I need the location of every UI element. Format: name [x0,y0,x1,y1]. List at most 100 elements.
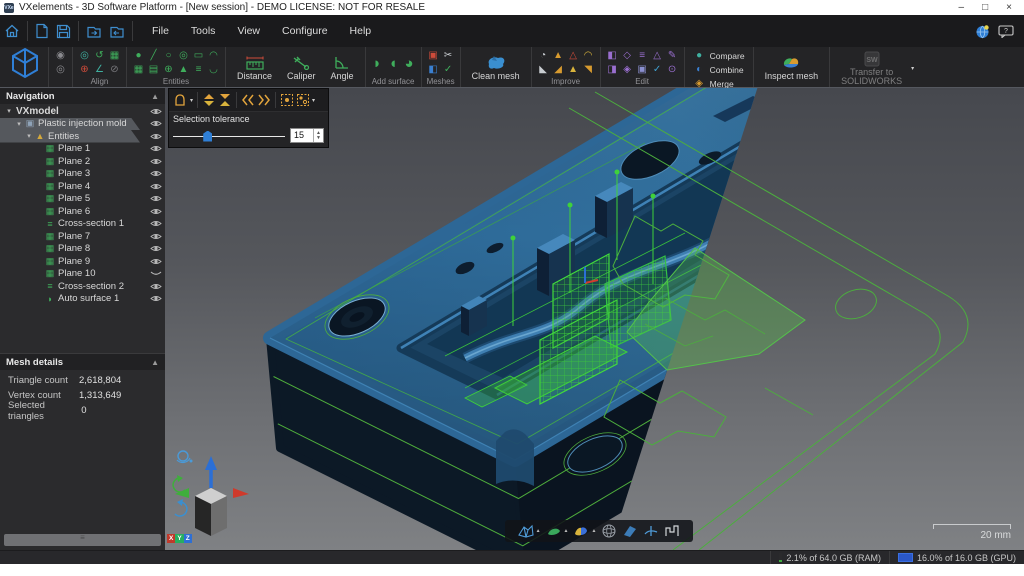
align-grid-icon[interactable]: ▦ [108,49,121,62]
grow-selection-icon[interactable] [202,93,216,107]
boundary-icon[interactable]: ◣ [537,63,550,76]
edit-tri-icon[interactable]: △ [651,49,664,62]
visibility-toggle[interactable] [147,107,165,116]
online-services-icon[interactable] [975,24,990,39]
feedback-chat-icon[interactable]: ? [998,25,1014,38]
select-through-icon[interactable] [241,93,255,107]
visibility-toggle[interactable] [147,232,165,241]
inspect-mesh-button[interactable]: Inspect mesh [759,54,825,82]
visibility-toggle[interactable] [147,144,165,153]
navigation-header[interactable]: Navigation▲ [0,88,165,104]
visibility-toggle[interactable] [147,157,165,166]
visibility-toggle[interactable] [147,257,165,266]
add-surface-fit-icon[interactable]: ◕ [403,57,416,70]
save-session-icon[interactable] [56,24,71,39]
menu-view[interactable]: View [228,22,269,40]
line-icon[interactable]: ╱ [147,49,160,62]
visibility-toggle[interactable] [147,169,165,178]
transfer-solidworks-button[interactable]: SW Transfer to SOLIDWORKS [835,50,908,87]
vxmodel-module-button[interactable] [2,47,49,87]
select-visible-icon[interactable] [257,93,271,107]
fill-holes-icon[interactable]: ◔ [537,49,550,62]
select-all-icon[interactable] [280,93,294,107]
tree-item-entities[interactable]: ▾▲Entities [0,130,165,143]
cone-icon[interactable]: ▲ [177,63,190,76]
angle-button[interactable]: Angle [325,55,360,82]
decimate-icon[interactable]: ▲ [567,63,580,76]
align-locked-icon[interactable]: ⊘ [108,63,121,76]
navigation-gizmo[interactable] [167,444,251,544]
selection-more-caret[interactable]: ▾ [312,97,315,104]
edit-halfB-icon[interactable]: ◨ [606,63,619,76]
menu-file[interactable]: File [143,22,178,40]
collapse-mesh-details-icon[interactable]: ▲ [151,358,159,367]
3d-viewport[interactable]: ▾ [165,88,1024,550]
orbit-icon[interactable] [177,451,193,463]
visibility-toggle[interactable] [147,132,165,141]
collapse-navigation-icon[interactable]: ▲ [151,92,159,101]
tree-item-auto-surface-1[interactable]: ◗Auto surface 1 [0,293,165,306]
visibility-toggle[interactable] [147,194,165,203]
minimize-button[interactable]: – [959,3,965,13]
mesh-scissors-icon[interactable]: ✂ [442,49,455,62]
mesh-check-icon[interactable]: ✓ [442,63,455,76]
surface-display-caret[interactable]: ▲ [564,528,569,534]
expander-icon[interactable]: ▾ [4,107,14,115]
orbit-ball-icon[interactable]: ◉ [54,49,67,62]
visibility-toggle[interactable] [147,219,165,228]
edit-loop-icon[interactable]: ⊙ [666,63,679,76]
visibility-toggle[interactable] [147,282,165,291]
menu-tools[interactable]: Tools [182,22,225,40]
edit-plane-icon[interactable]: ▣ [636,63,649,76]
plane-display-icon[interactable] [622,523,638,539]
tree-item-plane-5[interactable]: ▦Plane 5 [0,193,165,206]
align-rotate-icon[interactable]: ↺ [93,49,106,62]
pan-ball-icon[interactable]: ◎ [54,63,67,76]
slice-icon[interactable]: ≡ [192,63,205,76]
edit-halfA-icon[interactable]: ◧ [606,49,619,62]
freecurve-icon[interactable]: ◡ [207,63,220,76]
combine-button[interactable]: ◐Combine [690,63,748,76]
add-surface-auto-icon[interactable]: ◗ [371,57,384,70]
mesh-display-caret[interactable]: ▲ [536,528,541,534]
ellipse-icon[interactable]: ◎ [177,49,190,62]
mesh-sample-icon[interactable]: ▣ [427,49,440,62]
align-points-icon[interactable]: ⊕ [78,63,91,76]
import-session-icon[interactable] [86,24,102,39]
slider-thumb[interactable] [203,131,212,142]
menu-help[interactable]: Help [341,22,381,40]
edit-layers-icon[interactable]: ≡ [636,49,649,62]
view-cube[interactable] [175,456,249,536]
caliper-button[interactable]: Caliper [281,55,322,82]
expander-icon[interactable]: ▾ [14,120,24,128]
selection-tolerance-slider[interactable] [173,130,285,142]
tree-item-plane-9[interactable]: ▦Plane 9 [0,255,165,268]
tree-item-plastic-injection-mold[interactable]: ▾▣Plastic injection mold [0,118,165,131]
visibility-toggle[interactable] [147,244,165,253]
tree-item-plane-1[interactable]: ▦Plane 1 [0,143,165,156]
align-axis-icon[interactable]: ∠ [93,63,106,76]
visibility-toggle[interactable] [147,182,165,191]
close-button[interactable]: × [1006,3,1012,13]
point-icon[interactable]: ● [132,49,145,62]
arc-icon[interactable]: ◠ [207,49,220,62]
clean-mesh-button[interactable]: Clean mesh [466,54,526,82]
compare-button[interactable]: ●Compare [690,49,748,62]
transfer-dropdown-caret[interactable]: ▾ [911,65,914,72]
edit-solid-icon[interactable]: ◈ [621,63,634,76]
selection-tolerance-input[interactable]: 15 ▲▼ [290,128,324,143]
3d-scene[interactable] [165,88,1024,550]
invert-selection-icon[interactable] [296,93,310,107]
refine-icon[interactable]: ◥ [582,63,595,76]
histogram-display-icon[interactable] [664,523,680,539]
sphere-icon[interactable]: ⊕ [162,63,175,76]
circle-icon[interactable]: ○ [162,49,175,62]
plane-grid2-icon[interactable]: ▤ [147,63,160,76]
colormap-display-caret[interactable]: ▲ [591,528,596,534]
mesh-squares-icon[interactable]: ◧ [427,63,440,76]
defects-icon[interactable]: △ [567,49,580,62]
panel-horizontal-scrollbar[interactable] [4,534,161,546]
tree-item-vxmodel[interactable]: ▾VXmodel [0,105,165,118]
colormap-display-icon[interactable] [573,523,589,539]
mesh-display-icon[interactable] [518,523,534,539]
